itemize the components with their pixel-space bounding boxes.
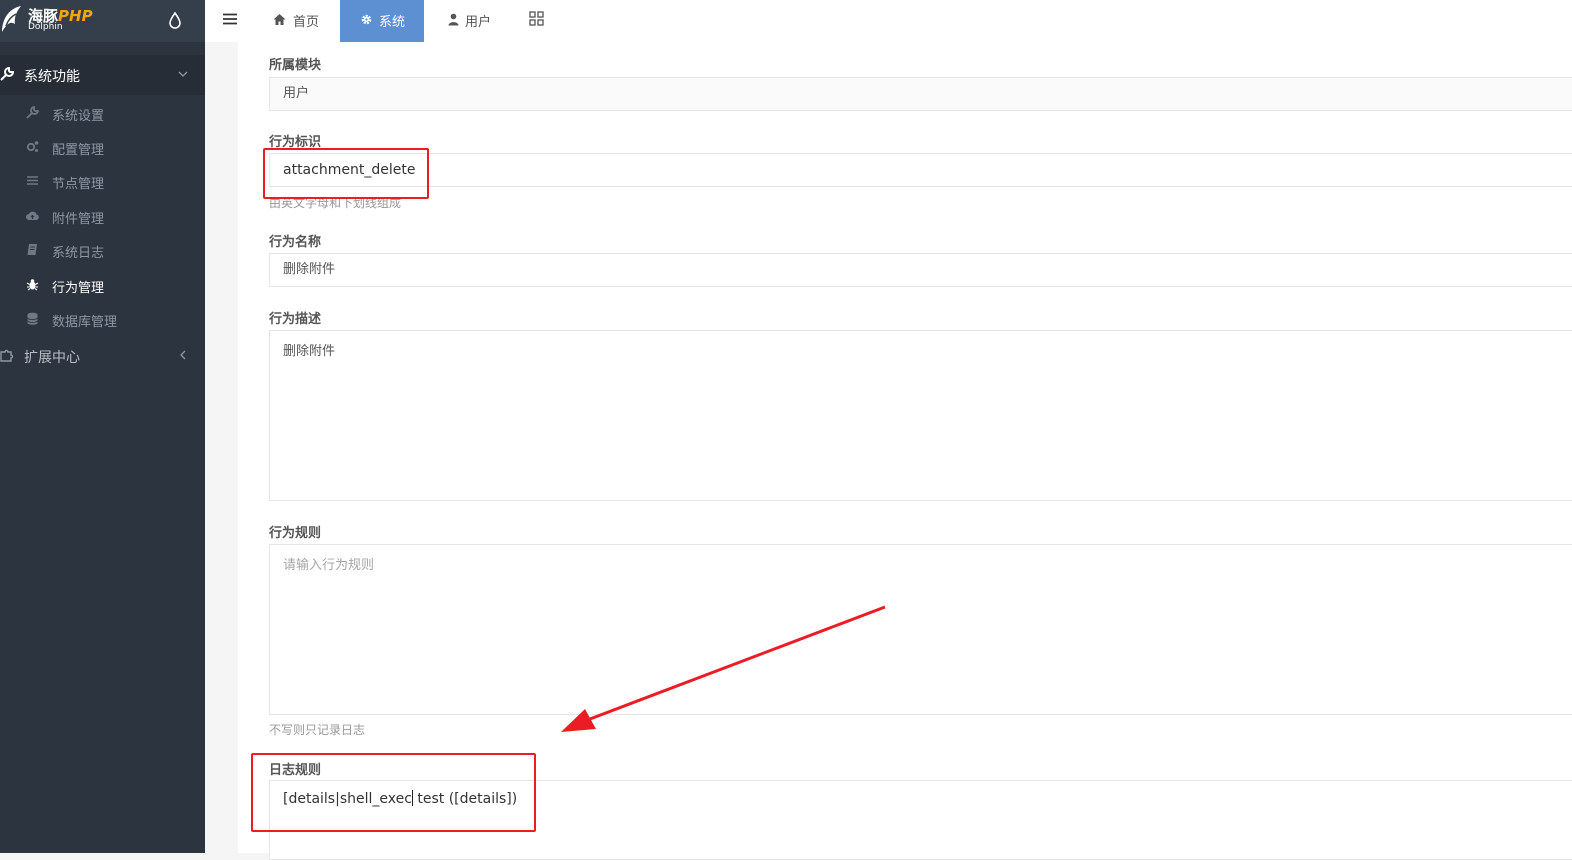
- rule-help: 不写则只记录日志: [269, 723, 366, 737]
- bug-icon: [26, 279, 39, 291]
- book-icon: [27, 244, 37, 255]
- menu-group-label: 系统功能: [24, 69, 80, 85]
- sidebar-item-label: 节点管理: [52, 177, 105, 192]
- gear-icon: [361, 14, 372, 25]
- wrench-icon: [0, 67, 14, 81]
- list-icon: [27, 176, 38, 185]
- sidebar-item-logs[interactable]: 系统日志: [0, 233, 205, 267]
- description-textarea[interactable]: 删除附件: [269, 330, 1572, 501]
- gears-icon: [26, 141, 39, 152]
- wrench-icon: [26, 106, 39, 119]
- menu-toggle-icon[interactable]: [223, 13, 237, 25]
- brand-sub: Dolphin: [28, 22, 63, 32]
- sidebar-item-label: 附件管理: [52, 212, 105, 227]
- dolphin-logo-icon: [2, 6, 21, 32]
- sidebar-item-behavior[interactable]: 行为管理: [0, 268, 205, 302]
- rule-label: 行为规则: [269, 526, 322, 541]
- annotation-box-identifier: [263, 148, 429, 199]
- chevron-left-icon: [180, 350, 186, 360]
- annotation-box-log-rule: [251, 753, 536, 832]
- sidebar-item-label: 配置管理: [52, 143, 105, 158]
- sidebar-item-label: 数据库管理: [52, 315, 118, 330]
- sidebar: 海豚PHP Dolphin 系统功能 系统设置 配置管理 节点管理 附件管理 系…: [0, 0, 205, 853]
- menu-group-system[interactable]: 系统功能: [0, 55, 205, 95]
- sidebar-item-config[interactable]: 配置管理: [0, 130, 205, 164]
- chevron-down-icon: [178, 71, 188, 77]
- top-nav: 首页 系统 用户: [205, 0, 1572, 42]
- sidebar-item-label: 行为管理: [52, 281, 105, 296]
- user-icon: [448, 13, 459, 26]
- sidebar-item-attachments[interactable]: 附件管理: [0, 199, 205, 233]
- description-label: 行为描述: [269, 312, 322, 327]
- menu-group-label: 扩展中心: [24, 350, 80, 366]
- cloud-upload-icon: [26, 211, 39, 220]
- brand-name-php: PHP: [58, 7, 93, 25]
- tab-home[interactable]: 首页: [261, 0, 341, 42]
- sidebar-item-system-settings[interactable]: 系统设置: [0, 96, 205, 130]
- home-icon: [273, 14, 286, 25]
- puzzle-icon: [0, 349, 14, 362]
- identifier-field[interactable]: attachment_delete: [269, 153, 1572, 187]
- sidebar-item-nodes[interactable]: 节点管理: [0, 164, 205, 198]
- database-icon: [27, 312, 38, 325]
- module-label: 所属模块: [269, 58, 322, 73]
- theme-drop-icon[interactable]: [168, 11, 182, 29]
- sidebar-item-label: 系统日志: [52, 246, 105, 261]
- name-field[interactable]: 删除附件: [269, 253, 1572, 287]
- tab-system[interactable]: 系统: [340, 0, 424, 42]
- tab-label: 用户: [465, 15, 492, 30]
- sidebar-item-database[interactable]: 数据库管理: [0, 302, 205, 336]
- module-field[interactable]: 用户: [269, 77, 1572, 111]
- tab-user[interactable]: 用户: [435, 0, 505, 42]
- tab-label: 首页: [293, 15, 320, 30]
- sidebar-item-label: 系统设置: [52, 109, 105, 124]
- rule-placeholder: 请输入行为规则: [283, 558, 375, 573]
- name-label: 行为名称: [269, 235, 322, 250]
- apps-grid-icon[interactable]: [529, 11, 544, 26]
- tab-label: 系统: [379, 15, 406, 30]
- logo-bar: 海豚PHP Dolphin: [0, 0, 205, 42]
- menu-group-extensions[interactable]: 扩展中心: [0, 336, 205, 376]
- rule-textarea[interactable]: 请输入行为规则: [269, 544, 1572, 715]
